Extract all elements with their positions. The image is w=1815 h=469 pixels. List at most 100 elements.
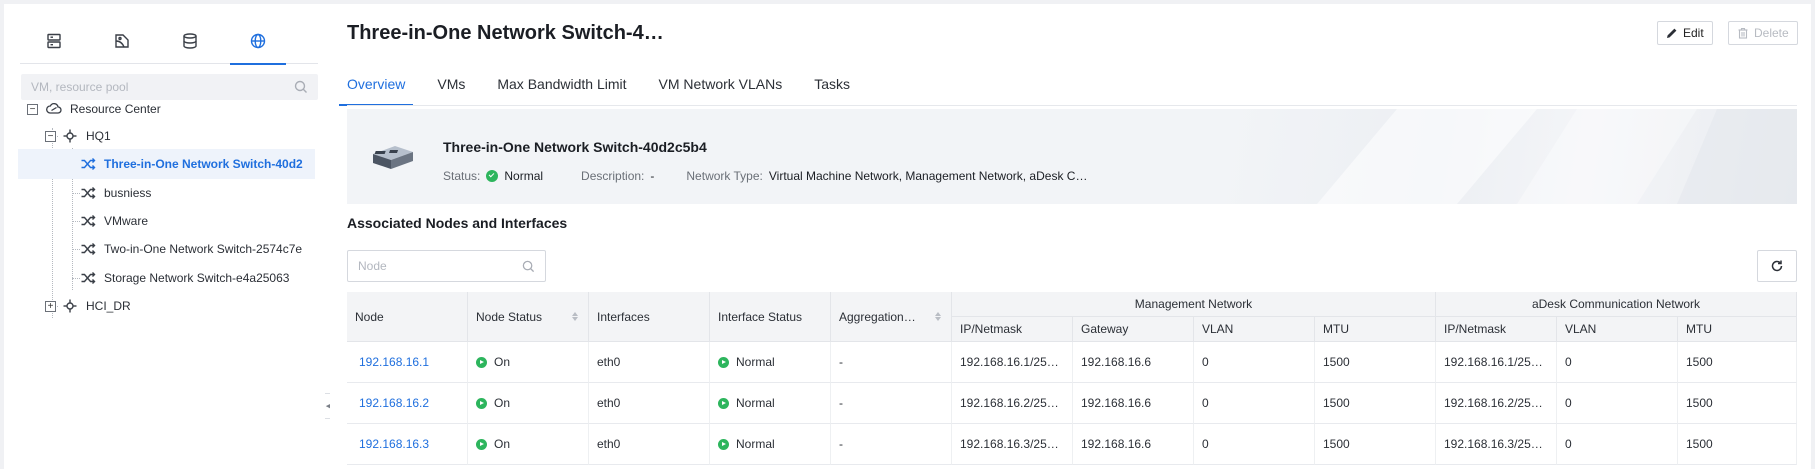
cell-text: Normal xyxy=(736,396,775,410)
node-search xyxy=(347,250,546,282)
main-panel: Three-in-One Network Switch-4… Edit Dele… xyxy=(330,4,1811,469)
node-status-cell: On xyxy=(468,383,589,424)
section-title: Associated Nodes and Interfaces xyxy=(347,215,568,231)
tree-node-switch[interactable]: Two-in-One Network Switch-2574c7e xyxy=(80,234,315,264)
column-header-adesk-vlan: VLAN xyxy=(1557,317,1678,342)
tree-node-switch[interactable]: Storage Network Switch-e4a25063 xyxy=(80,263,315,293)
node-link[interactable]: 192.168.16.2 xyxy=(347,383,468,424)
mgmt-mtu-cell: 1500 xyxy=(1315,342,1436,383)
network-type-label: Network Type: xyxy=(686,169,763,183)
tree-label: HQ1 xyxy=(86,129,111,143)
switch-shuffle-icon xyxy=(81,187,96,199)
power-on-icon xyxy=(718,397,729,409)
tree-label: HCI_DR xyxy=(86,299,131,313)
column-header-aggregation[interactable]: Aggregation… xyxy=(831,292,952,342)
sort-icon[interactable] xyxy=(572,312,578,321)
tab-overview[interactable]: Overview xyxy=(338,62,414,106)
node-link[interactable]: 192.168.16.3 xyxy=(347,424,468,465)
cell-text: Normal xyxy=(736,355,775,369)
adesk-ip-cell: 192.168.16.3/25… xyxy=(1436,424,1557,465)
refresh-button[interactable] xyxy=(1757,250,1797,282)
table-row: 192.168.16.2 On eth0 Normal - 192.168.16… xyxy=(347,383,1797,424)
header-label: Interfaces xyxy=(597,309,650,324)
description-value: - xyxy=(650,169,655,183)
node-search-input[interactable] xyxy=(358,259,522,273)
interface-cell: eth0 xyxy=(589,342,710,383)
header-label: Node xyxy=(355,309,384,324)
adesk-mtu-cell: 1500 xyxy=(1678,424,1797,465)
sort-icon[interactable] xyxy=(935,312,941,321)
column-group-management-network: Management Network xyxy=(952,292,1436,317)
mgmt-mtu-cell: 1500 xyxy=(1315,424,1436,465)
search-icon[interactable] xyxy=(522,260,535,273)
tree-node-switch[interactable]: busniess xyxy=(80,178,315,208)
cell-text: On xyxy=(494,437,511,451)
adesk-vlan-cell: 0 xyxy=(1557,383,1678,424)
header-label: Interface Status xyxy=(718,309,803,324)
tree-expand-toggle[interactable]: + xyxy=(45,301,56,312)
interface-cell: eth0 xyxy=(589,383,710,424)
tab-hosts[interactable] xyxy=(20,18,88,64)
power-on-icon xyxy=(718,356,729,368)
adesk-ip-cell: 192.168.16.1/25… xyxy=(1436,342,1557,383)
node-link[interactable]: 192.168.16.1 xyxy=(347,342,468,383)
tree-connector xyxy=(72,193,80,194)
mgmt-gateway-cell: 192.168.16.6 xyxy=(1073,342,1194,383)
status-value: Normal xyxy=(504,169,544,183)
cluster-icon xyxy=(63,129,77,143)
tree-node-hci-dr[interactable]: HCI_DR xyxy=(62,291,322,321)
check-circle-icon xyxy=(486,170,499,182)
tree-node-switch[interactable]: VMware xyxy=(80,206,315,236)
mgmt-ip-cell: 192.168.16.2/25… xyxy=(952,383,1073,424)
header-label: Management Network xyxy=(1134,297,1253,311)
tree-collapse-toggle[interactable]: − xyxy=(27,104,38,115)
aggregation-cell: - xyxy=(831,342,952,383)
column-header-node-status[interactable]: Node Status xyxy=(468,292,589,342)
tab-tasks[interactable]: Tasks xyxy=(814,62,850,106)
tree-node-switch[interactable]: Three-in-One Network Switch-40d2 xyxy=(18,149,315,179)
tab-policies[interactable] xyxy=(88,18,156,64)
cell-text: On xyxy=(494,355,511,369)
tab-networks[interactable] xyxy=(224,18,292,65)
description-label: Description: xyxy=(581,169,645,183)
mgmt-vlan-cell: 0 xyxy=(1194,424,1315,465)
tree-label: Storage Network Switch-e4a25063 xyxy=(104,271,290,285)
tree-node-resource-center[interactable]: Resource Center xyxy=(46,94,316,124)
trash-icon xyxy=(1738,27,1748,39)
switch-shuffle-icon xyxy=(81,272,96,284)
header-label: IP/Netmask xyxy=(1444,322,1507,336)
header-label: VLAN xyxy=(1202,322,1234,336)
tab-max-bandwidth-limit[interactable]: Max Bandwidth Limit xyxy=(497,62,626,106)
column-header-adesk-mtu: MTU xyxy=(1678,317,1797,342)
adesk-mtu-cell: 1500 xyxy=(1678,383,1797,424)
interface-status-cell: Normal xyxy=(710,424,831,465)
header-label: MTU xyxy=(1686,322,1712,336)
column-header-interface-status: Interface Status xyxy=(710,292,831,342)
tab-vm-network-vlans[interactable]: VM Network VLANs xyxy=(659,62,783,106)
interface-cell: eth0 xyxy=(589,424,710,465)
tree-collapse-toggle[interactable]: − xyxy=(45,131,56,142)
adesk-mtu-cell: 1500 xyxy=(1678,342,1797,383)
detail-tabs: Overview VMs Max Bandwidth Limit VM Netw… xyxy=(338,62,882,106)
tree-label: VMware xyxy=(104,214,149,228)
node-status-cell: On xyxy=(468,424,589,465)
resource-sidebar: − Resource Center − HQ1 Three-in-One Net… xyxy=(4,4,330,469)
edit-button[interactable]: Edit xyxy=(1657,21,1713,45)
tree-label: Three-in-One Network Switch-40d2 xyxy=(104,157,303,171)
sidebar-search-input[interactable] xyxy=(31,80,294,94)
column-header-mgmt-vlan: VLAN xyxy=(1194,317,1315,342)
tab-storage[interactable] xyxy=(156,18,224,64)
switch-shuffle-icon xyxy=(81,158,96,170)
column-header-mgmt-mtu: MTU xyxy=(1315,317,1436,342)
mgmt-mtu-cell: 1500 xyxy=(1315,383,1436,424)
pencil-icon xyxy=(1667,28,1677,38)
search-icon[interactable] xyxy=(294,80,308,94)
table-row: 192.168.16.1 On eth0 Normal - 192.168.16… xyxy=(347,342,1797,383)
tree-node-hq1[interactable]: HQ1 xyxy=(62,121,322,151)
tree-label: busniess xyxy=(104,186,152,200)
header-label: Aggregation… xyxy=(839,309,916,324)
summary-card: Three-in-One Network Switch-40d2c5b4 Sta… xyxy=(347,109,1797,204)
delete-button[interactable]: Delete xyxy=(1728,21,1798,45)
tab-vms[interactable]: VMs xyxy=(437,62,465,106)
network-type-value: Virtual Machine Network, Management Netw… xyxy=(768,169,1088,183)
